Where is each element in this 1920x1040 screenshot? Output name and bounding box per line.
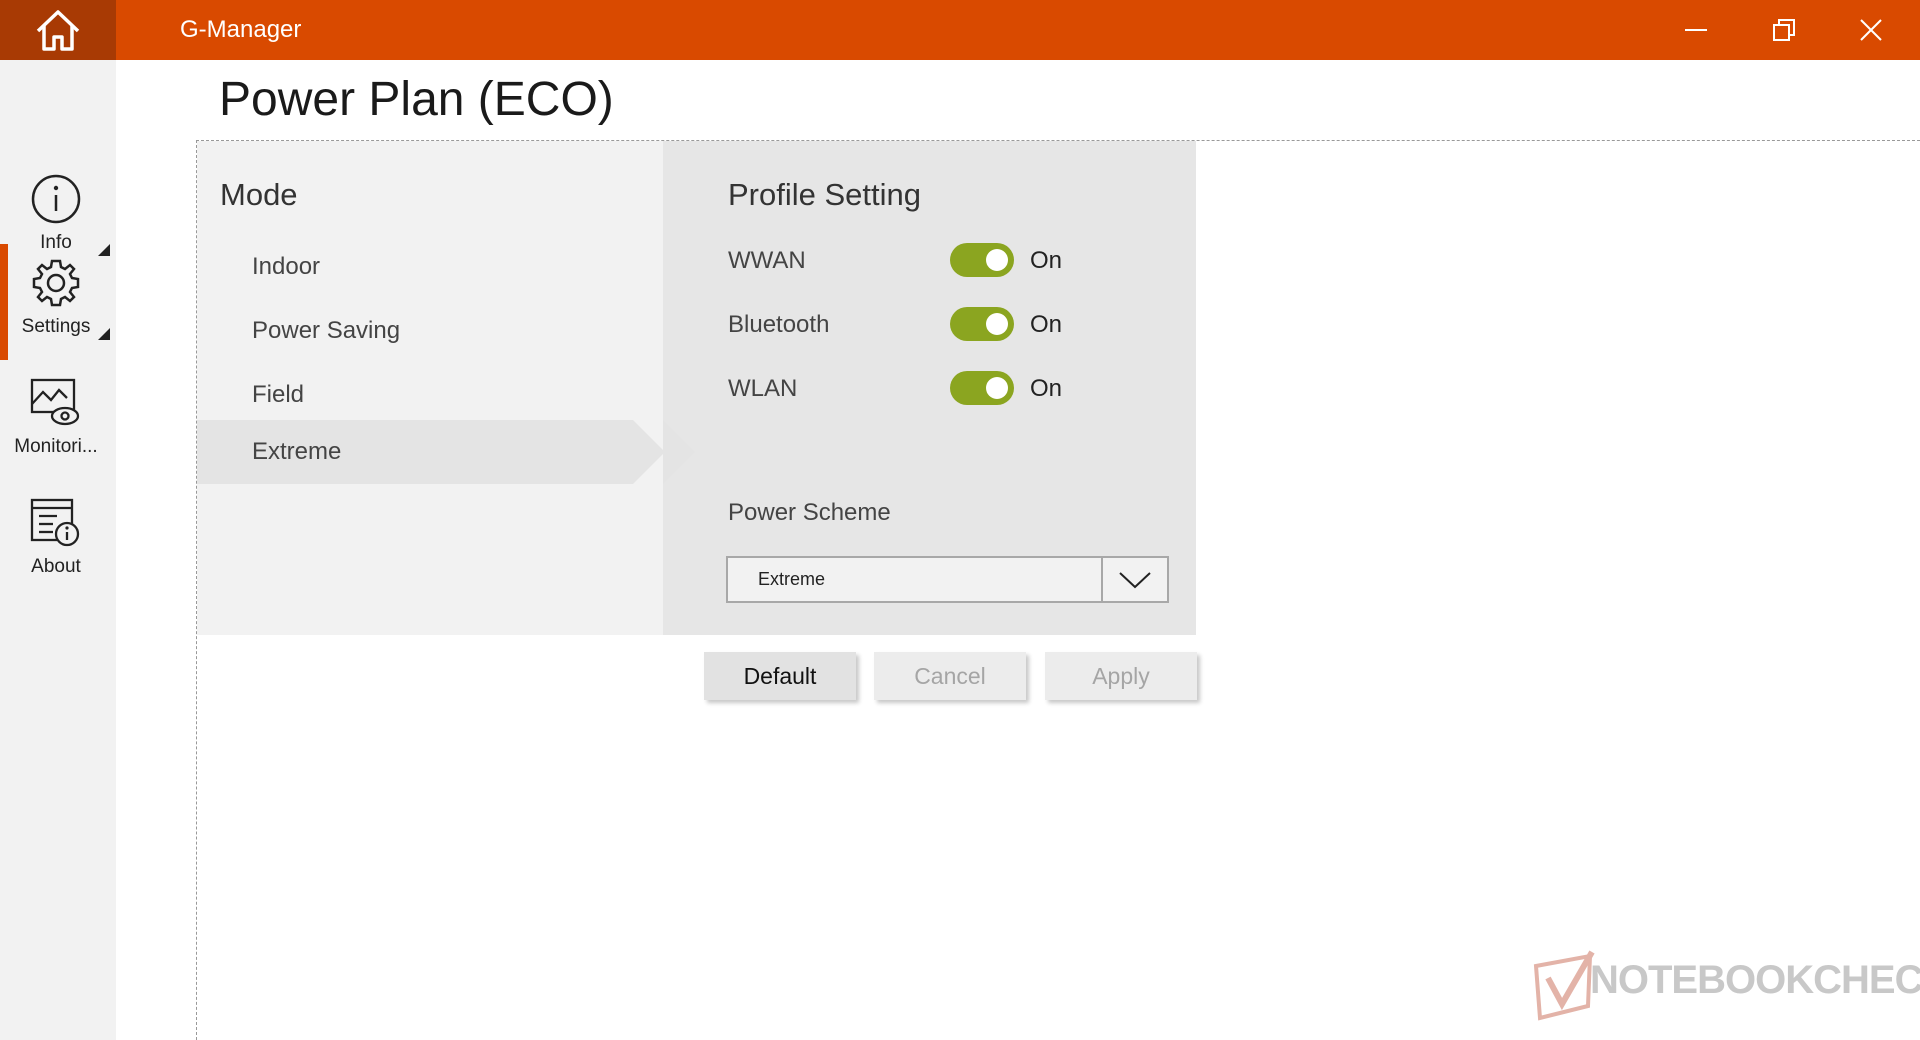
nav-item-settings[interactable]: Settings — [0, 244, 116, 360]
power-scheme-dropdown[interactable]: Extreme — [726, 556, 1169, 603]
toggle-state: On — [1030, 311, 1063, 338]
title-bar: G-Manager — [0, 0, 1920, 60]
mode-item-extreme[interactable]: Extreme — [197, 420, 665, 484]
active-indicator — [0, 244, 8, 360]
minimize-button[interactable] — [1653, 0, 1739, 60]
restore-icon — [1773, 19, 1795, 41]
toggle-label: Bluetooth — [728, 311, 830, 338]
toggle-state: On — [1030, 375, 1063, 402]
toggle-state: On — [1030, 247, 1063, 274]
restore-button[interactable] — [1741, 0, 1827, 60]
app-title: G-Manager — [180, 16, 302, 43]
toggle-label: WWAN — [728, 247, 806, 274]
mode-heading: Mode — [220, 177, 298, 212]
home-icon — [36, 10, 80, 51]
info-icon — [31, 174, 81, 224]
power-scheme-value: Extreme — [758, 569, 826, 589]
gear-icon — [32, 259, 80, 307]
left-nav: Info Settings Monitori... About — [0, 60, 116, 1040]
nav-label-monitoring: Monitori... — [14, 436, 98, 457]
close-button[interactable] — [1828, 0, 1914, 60]
watermark: NOTEBOOKCHECK — [1530, 948, 1920, 1028]
mode-item-indoor[interactable]: Indoor — [197, 235, 633, 299]
mode-item-label: Extreme — [252, 438, 342, 465]
default-button[interactable]: Default — [704, 652, 856, 700]
chevron-down-icon — [1119, 571, 1151, 588]
nav-item-monitoring[interactable]: Monitori... — [0, 364, 116, 480]
wlan-toggle[interactable] — [950, 371, 1014, 405]
profile-panel: Profile Setting WWAN On Bluetooth On WLA… — [663, 141, 1196, 635]
mode-panel: Mode Indoor Power Saving Field Extreme — [197, 141, 665, 635]
mode-item-field[interactable]: Field — [197, 363, 633, 427]
close-icon — [1860, 19, 1882, 41]
toggle-label: WLAN — [728, 375, 798, 402]
cancel-button[interactable]: Cancel — [874, 652, 1026, 700]
dropdown-toggle[interactable] — [1101, 558, 1167, 601]
minimize-icon — [1685, 29, 1707, 31]
page-title: Power Plan (ECO) — [219, 73, 614, 126]
expand-indicator — [98, 328, 110, 340]
nav-label-about: About — [31, 556, 81, 577]
toggle-row-wwan: WWAN On — [728, 237, 1168, 285]
toggle-row-wlan: WLAN On — [728, 365, 1168, 413]
toggle-knob — [986, 313, 1008, 335]
monitoring-icon — [30, 378, 80, 426]
home-button[interactable] — [0, 0, 116, 60]
mode-item-label: Power Saving — [252, 317, 401, 344]
profile-heading: Profile Setting — [728, 177, 921, 212]
toggle-row-bluetooth: Bluetooth On — [728, 301, 1168, 349]
nav-item-about[interactable]: About — [0, 484, 116, 600]
wwan-toggle[interactable] — [950, 243, 1014, 277]
about-icon — [30, 498, 80, 547]
mode-item-label: Field — [252, 381, 305, 408]
mode-item-label: Indoor — [252, 253, 321, 280]
selection-arrow — [663, 420, 695, 484]
watermark-text: NOTEBOOKCHECK — [1590, 958, 1920, 1002]
nav-label-settings: Settings — [21, 316, 91, 337]
mode-item-power-saving[interactable]: Power Saving — [197, 299, 633, 363]
power-scheme-label: Power Scheme — [728, 499, 891, 526]
bluetooth-toggle[interactable] — [950, 307, 1014, 341]
apply-button[interactable]: Apply — [1045, 652, 1197, 700]
toggle-knob — [986, 249, 1008, 271]
toggle-knob — [986, 377, 1008, 399]
